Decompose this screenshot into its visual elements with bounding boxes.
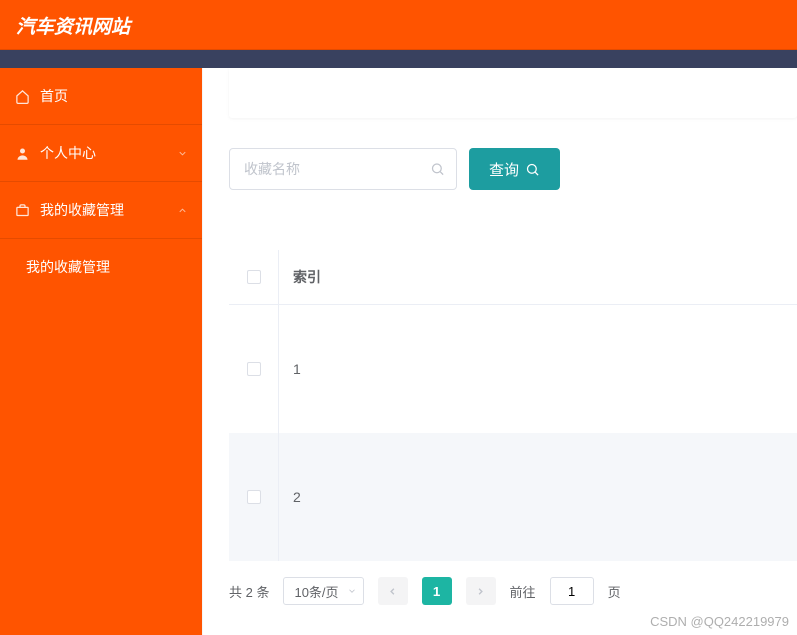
select-all-checkbox[interactable] — [247, 270, 261, 284]
sidebar-label-home: 首页 — [40, 86, 68, 106]
app-title: 汽车资讯网站 — [16, 12, 130, 39]
column-header-index: 索引 — [279, 250, 335, 304]
sidebar-label-favorites: 我的收藏管理 — [40, 200, 124, 220]
query-button-label: 查询 — [489, 159, 519, 180]
search-bar: 查询 — [203, 148, 797, 190]
table-row: 1 — [229, 305, 797, 433]
pagination-total: 共 2 条 — [229, 582, 269, 601]
row-index-cell: 1 — [279, 305, 335, 433]
chevron-up-icon — [177, 205, 188, 216]
data-table: 索引 1 2 — [229, 250, 797, 561]
search-icon — [525, 162, 540, 177]
prev-page-button[interactable] — [378, 577, 408, 605]
goto-page-input[interactable] — [550, 577, 594, 605]
header-checkbox-cell — [229, 250, 279, 304]
search-input[interactable] — [229, 148, 457, 190]
row-checkbox[interactable] — [247, 490, 261, 504]
top-card — [229, 68, 797, 118]
query-button[interactable]: 查询 — [469, 148, 560, 190]
page-unit-label: 页 — [608, 582, 621, 601]
pagination: 共 2 条 10条/页 1 前往 页 — [203, 561, 797, 605]
chevron-down-icon — [347, 586, 357, 596]
briefcase-icon — [14, 202, 30, 218]
user-icon — [14, 145, 30, 161]
table-row: 2 — [229, 433, 797, 561]
row-checkbox-cell — [229, 433, 279, 561]
chevron-down-icon — [177, 148, 188, 159]
sidebar-label-personal: 个人中心 — [40, 143, 96, 163]
sidebar-item-home[interactable]: 首页 — [0, 68, 202, 125]
home-icon — [14, 88, 30, 104]
page-number-button[interactable]: 1 — [422, 577, 452, 605]
page-size-select[interactable]: 10条/页 — [283, 577, 363, 605]
sidebar-sublabel-favorites: 我的收藏管理 — [26, 259, 110, 275]
row-checkbox-cell — [229, 305, 279, 433]
row-checkbox[interactable] — [247, 362, 261, 376]
sidebar-subitem-favorites[interactable]: 我的收藏管理 — [0, 239, 202, 295]
sidebar-item-favorites[interactable]: 我的收藏管理 — [0, 182, 202, 239]
sidebar: 首页 个人中心 我的收藏管理 我的收藏管理 — [0, 68, 202, 635]
sidebar-item-personal[interactable]: 个人中心 — [0, 125, 202, 182]
page-size-value: 10条/页 — [294, 582, 338, 601]
table-header-row: 索引 — [229, 250, 797, 305]
header-divider — [0, 50, 797, 68]
app-header: 汽车资讯网站 — [0, 2, 797, 50]
search-icon — [430, 162, 445, 177]
main-content: 查询 索引 1 — [203, 68, 797, 635]
row-index-cell: 2 — [279, 433, 335, 561]
goto-label: 前往 — [510, 582, 536, 601]
next-page-button[interactable] — [466, 577, 496, 605]
page-number: 1 — [433, 584, 440, 599]
search-input-wrapper — [229, 148, 457, 190]
